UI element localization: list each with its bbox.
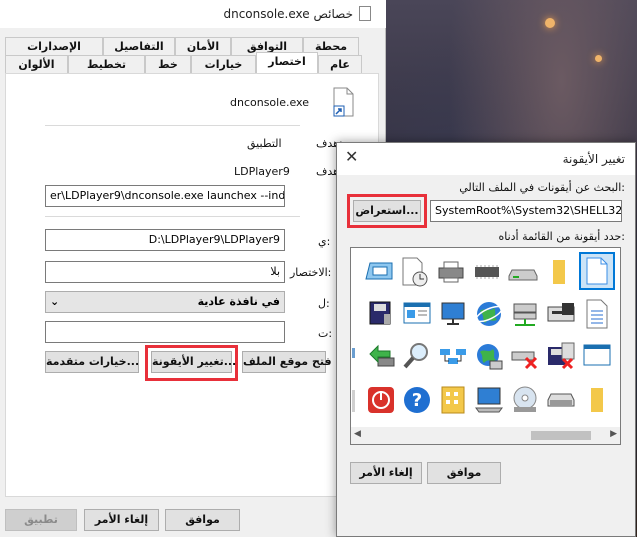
window-title: خصائص dnconsole.exe	[223, 7, 353, 21]
change-icon-button[interactable]: تغيير الأيقونة...	[151, 351, 236, 373]
tab-security[interactable]: الأمان	[175, 37, 231, 55]
dialog-cancel-button[interactable]: إلغاء الأمر	[350, 462, 422, 484]
magnifier-icon[interactable]	[401, 340, 433, 372]
dialog-title: تغيير الأيقونة	[562, 152, 625, 166]
horizontal-scrollbar[interactable]: ◀ ▶	[351, 427, 620, 444]
start-in-field[interactable]: D:\LDPlayer9\LDPlayer9	[45, 229, 285, 251]
scroll-left-icon[interactable]: ◀	[354, 429, 361, 439]
file-icon-selected[interactable]	[579, 252, 615, 290]
window-icon[interactable]	[363, 256, 395, 288]
partial-icon-edge	[352, 390, 355, 412]
floppy-delete-icon[interactable]	[545, 340, 577, 372]
network-icon[interactable]	[437, 340, 469, 372]
tab-options[interactable]: خيارات	[191, 55, 256, 73]
browse-button[interactable]: استعراض...	[353, 200, 421, 222]
target-field[interactable]: er\LDPlayer9\dnconsole.exe launchex --in…	[45, 185, 285, 207]
window-frame-icon[interactable]	[581, 340, 613, 372]
run-select-value: في نافذة عادية	[197, 295, 280, 308]
start-in-label: ي:	[318, 235, 331, 248]
select-icon-label: حدد أيقونة من القائمة أدناه:	[498, 230, 625, 243]
icon-list[interactable]: ? ◀ ▶	[350, 247, 621, 445]
close-icon[interactable]: ✕	[345, 147, 358, 166]
globe-icon[interactable]	[473, 298, 505, 330]
change-icon-dialog: ✕ تغيير الأيقونة البحث عن أيقونات في الم…	[336, 142, 636, 537]
file-icon	[359, 6, 371, 21]
cancel-button[interactable]: إلغاء الأمر	[84, 509, 159, 531]
lantern-light	[595, 55, 602, 62]
network-drive-icon[interactable]	[509, 298, 541, 330]
file-path-field[interactable]: SystemRoot%\System32\SHELL32.dll	[430, 200, 622, 222]
monitor-icon[interactable]	[437, 298, 469, 330]
apply-button[interactable]: تطبيق	[5, 509, 77, 531]
open-file-location-button[interactable]: فتح موقع الملف	[242, 351, 332, 373]
run-select[interactable]: ⌄ في نافذة عادية	[45, 291, 285, 313]
svg-text:?: ?	[412, 390, 422, 411]
target-location-value: LDPlayer9	[234, 165, 290, 178]
floppy-icon[interactable]	[365, 298, 397, 330]
shortcut-key-field[interactable]: بلا	[45, 261, 285, 283]
help-icon[interactable]: ?	[401, 384, 433, 416]
tab-general[interactable]: عام	[318, 55, 362, 73]
run-label: ل:	[318, 297, 330, 310]
document-lines-icon[interactable]	[581, 298, 613, 330]
cd-icon[interactable]	[509, 384, 541, 416]
comment-label: ت:	[318, 327, 333, 340]
tab-previous-versions[interactable]: الإصدارات السابقة	[5, 37, 103, 70]
separator	[45, 216, 300, 217]
lantern-light	[545, 18, 555, 28]
chevron-down-icon: ⌄	[50, 295, 60, 308]
drive-delete-icon[interactable]	[509, 340, 541, 372]
tab-layout[interactable]: تخطيط	[68, 55, 145, 73]
target-type-value: التطبيق	[247, 137, 282, 150]
tab-colors[interactable]: الألوان	[5, 55, 68, 73]
hdd-icon[interactable]	[545, 384, 577, 416]
dialog-ok-button[interactable]: موافق	[427, 462, 501, 484]
shutdown-icon[interactable]	[365, 384, 397, 416]
tab-font[interactable]: خط	[145, 55, 191, 73]
disk-drive-icon[interactable]	[545, 298, 577, 330]
control-panel-icon[interactable]	[401, 298, 433, 330]
globe-network-icon[interactable]	[473, 340, 505, 372]
tab-shortcut[interactable]: اختصار	[256, 52, 318, 73]
clock-document-icon[interactable]	[399, 256, 431, 288]
properties-window: خصائص dnconsole.exe محطة طرفية التوافق ا…	[0, 0, 386, 537]
scroll-right-icon[interactable]: ▶	[610, 429, 617, 439]
advanced-button[interactable]: خيارات متقدمة...	[45, 351, 139, 373]
folder-grid-icon[interactable]	[437, 384, 469, 416]
folder-icon[interactable]	[543, 256, 575, 288]
drive-icon[interactable]	[507, 256, 539, 288]
look-for-label: البحث عن أيقونات في الملف التالي:	[459, 181, 625, 194]
shortcut-file-icon	[330, 87, 356, 117]
ok-button[interactable]: موافق	[165, 509, 240, 531]
green-arrow-icon[interactable]	[365, 340, 397, 372]
separator	[45, 125, 300, 126]
comment-field[interactable]	[45, 321, 285, 343]
folder-small-icon[interactable]	[581, 384, 613, 416]
shortcut-key-label: الاختصار:	[290, 266, 332, 279]
computer-icon[interactable]	[473, 384, 505, 416]
printer-icon[interactable]	[435, 256, 467, 288]
tab-details[interactable]: التفاصيل	[103, 37, 175, 55]
partial-icon-edge	[352, 348, 355, 358]
scroll-thumb[interactable]	[531, 431, 591, 440]
file-name: dnconsole.exe	[230, 96, 309, 109]
chip-icon[interactable]	[471, 256, 503, 288]
